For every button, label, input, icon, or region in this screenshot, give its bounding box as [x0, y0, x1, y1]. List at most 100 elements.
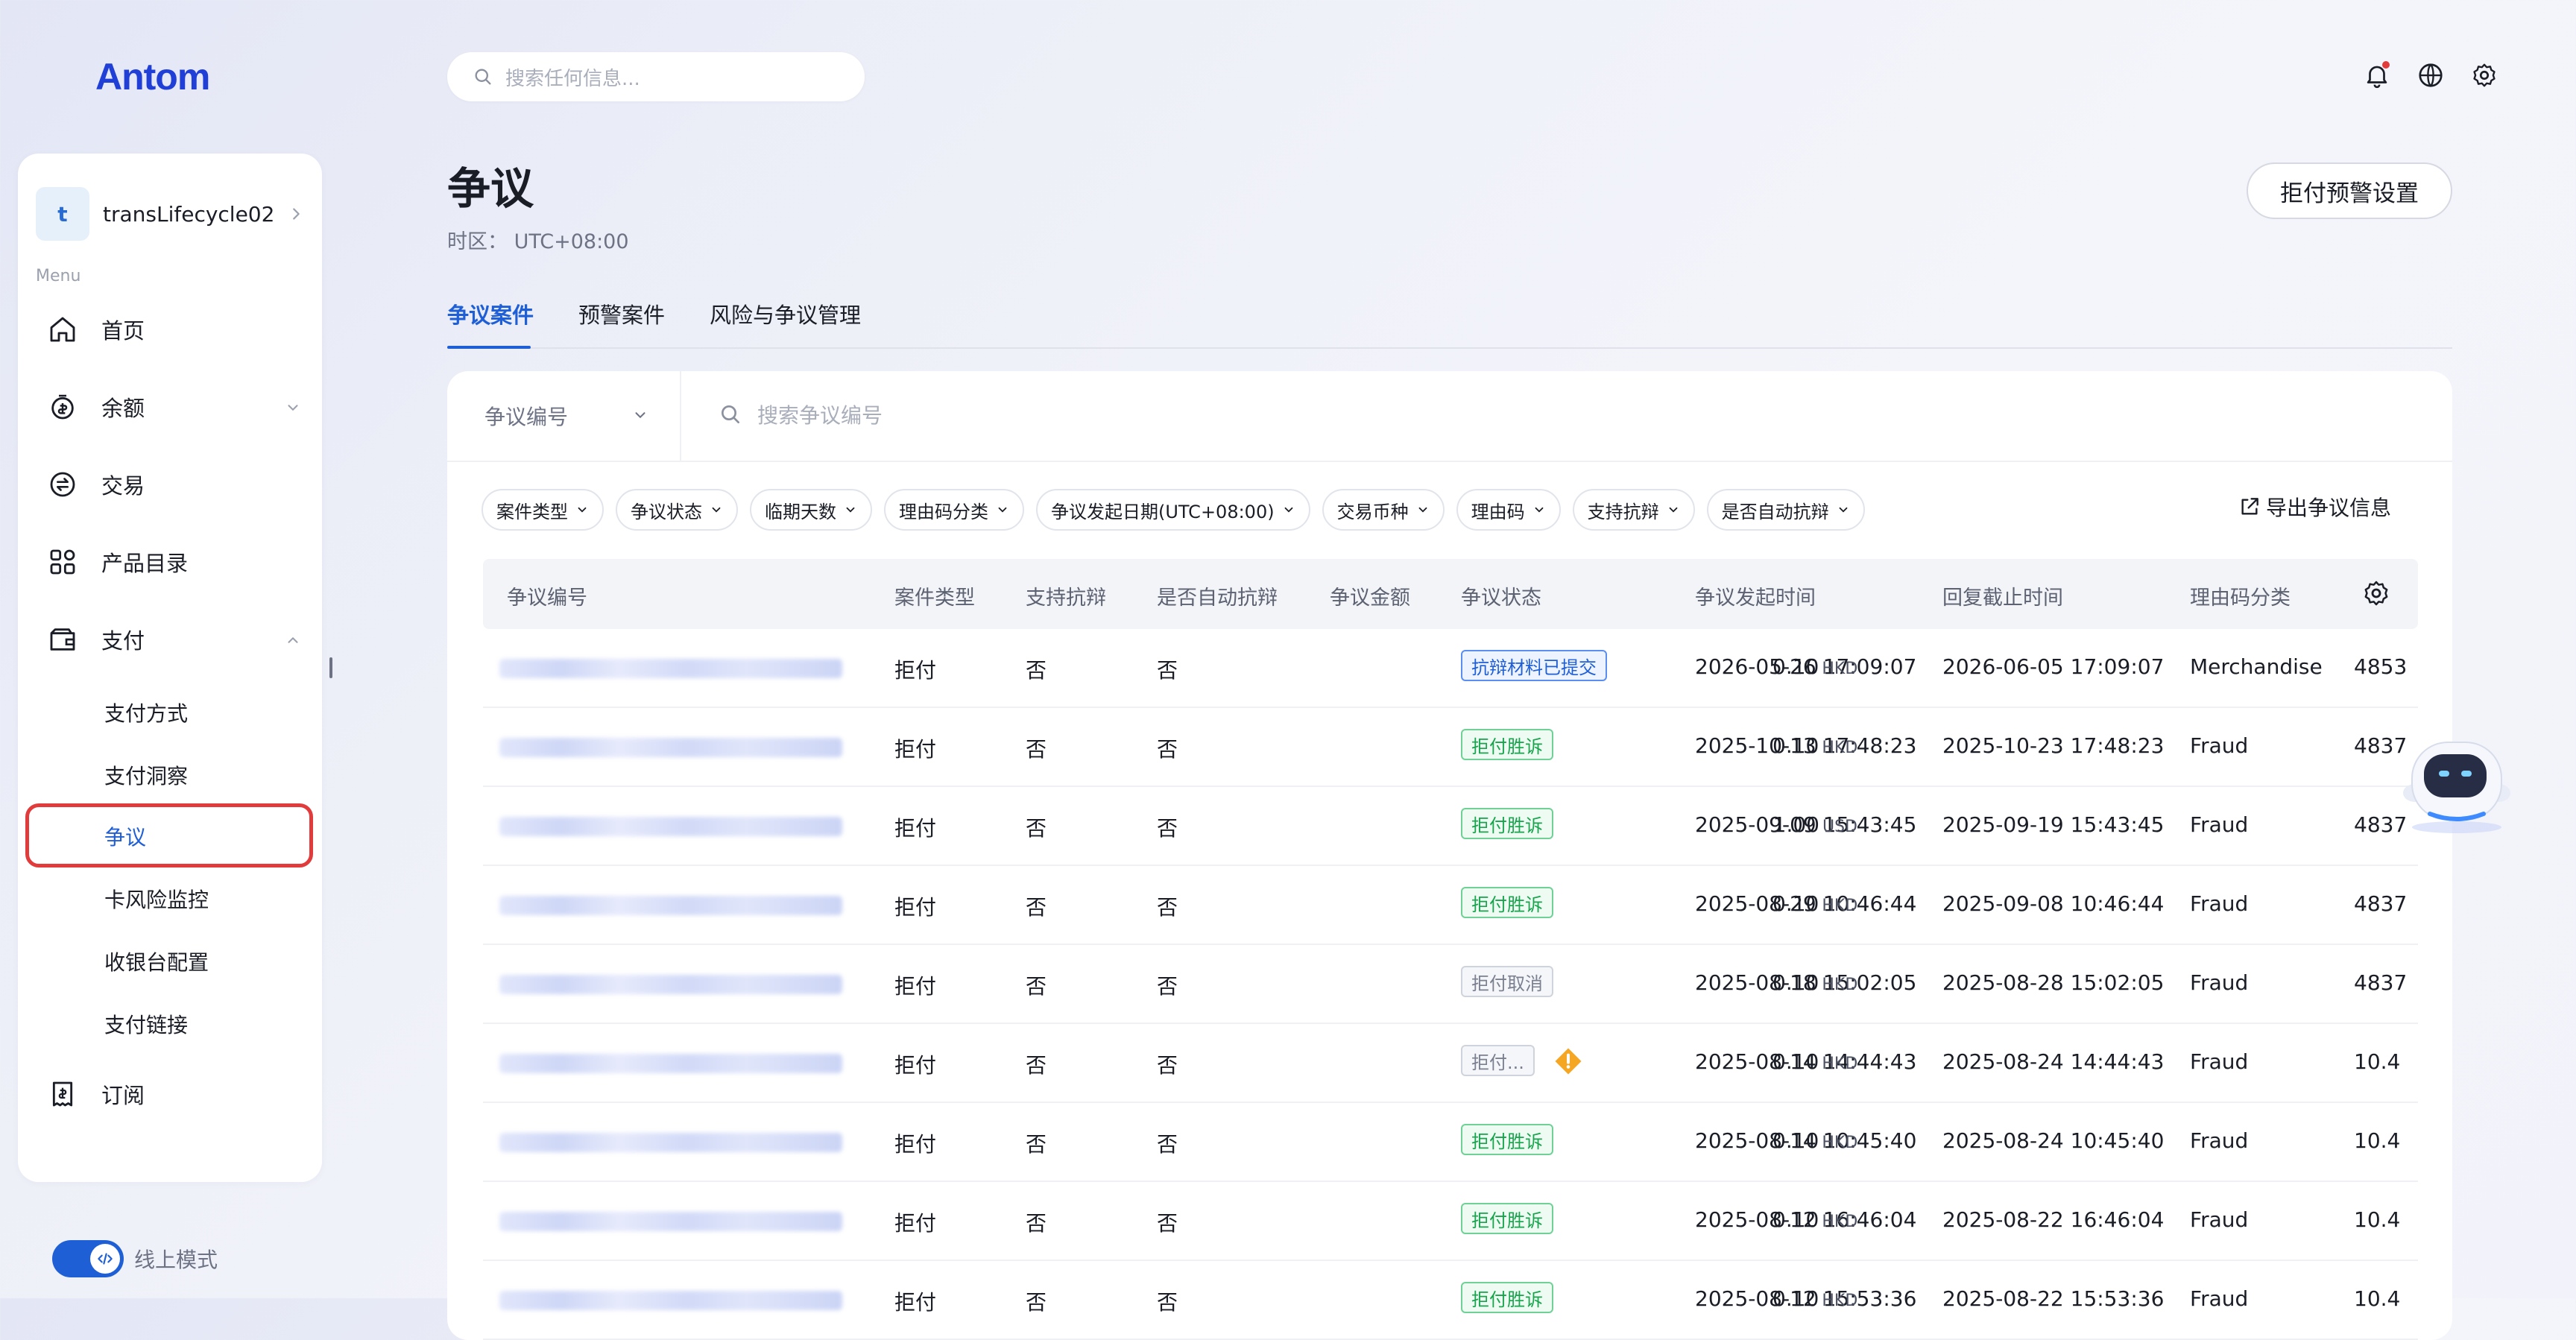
sidebar-item-payment-methods[interactable]: 支付方式 [104, 692, 313, 733]
notification-dot [2382, 61, 2390, 69]
assistant-robot-icon[interactable] [2385, 724, 2519, 836]
filter-label: 支持抗辩 [1587, 501, 1659, 522]
filter-chip[interactable]: 临期天数 [750, 489, 872, 531]
table-row[interactable]: 拒付否否 2025-09-09 15:43:45 2025-09-19 15:43:… [483, 787, 2418, 866]
search-field-select[interactable]: 争议编号 [484, 401, 648, 431]
table-row[interactable]: 拒付否否 2025-10-13 17:48:23 2025-10-23 17:48:… [483, 708, 2418, 787]
sidebar-item-checkout-config[interactable]: 收银台配置 [104, 941, 313, 982]
exchange-icon [50, 472, 75, 497]
sidebar-collapse-handle[interactable] [329, 657, 332, 678]
sidebar-item-payment-insights[interactable]: 支付洞察 [104, 754, 313, 796]
gear-icon[interactable] [2470, 61, 2498, 89]
column-settings-icon[interactable] [2361, 578, 2391, 608]
dispute-tabs: 争议案件 预警案件 风险与争议管理 [447, 294, 2452, 349]
redacted-dispute-id[interactable] [499, 896, 842, 915]
cell-amount: 0.10 HKD [1772, 891, 1857, 916]
currency-code: HKD [1822, 897, 1858, 915]
filter-chip[interactable]: 争议状态 [616, 489, 738, 531]
globe-icon[interactable] [2416, 61, 2445, 89]
redacted-dispute-id[interactable] [499, 1133, 842, 1152]
column-header[interactable]: 理由码分类 [2190, 581, 2291, 610]
filter-chip[interactable]: 支持抗辩 [1572, 489, 1695, 531]
filter-chip[interactable]: 是否自动抗辩 [1706, 489, 1865, 531]
table-body: 拒付否否 2026-05-26 17:09:07 2026-06-05 17:09:… [483, 629, 2418, 1340]
case-search-input[interactable]: 搜索争议编号 [719, 399, 883, 429]
redacted-dispute-id[interactable] [499, 1054, 842, 1073]
sidebar-item-catalog[interactable]: 产品目录 [48, 540, 301, 584]
cell-reason-category: Fraud [2190, 733, 2249, 758]
search-input[interactable]: 搜索任何信息... [505, 63, 640, 91]
tab-dispute-cases[interactable]: 争议案件 [447, 298, 534, 329]
filter-chip[interactable]: 交易币种 [1322, 489, 1445, 531]
export-button[interactable]: 导出争议信息 [2238, 492, 2391, 522]
cell-amount: 0.10 HKD [1772, 1128, 1857, 1153]
cell-support-defense: 否 [1026, 816, 1047, 841]
chevron-down-icon [998, 507, 1007, 513]
currency-code: HKD [1822, 976, 1858, 994]
cell-auto-defense: 否 [1157, 658, 1178, 683]
sidebar-item-payment-links[interactable]: 支付链接 [104, 1003, 313, 1045]
cell-support-defense: 否 [1026, 974, 1047, 999]
chargeback-alert-settings-button[interactable]: 拒付预警设置 [2247, 162, 2452, 219]
table-row[interactable]: 拒付否否 2025-08-29 10:46:44 2025-09-08 10:46:… [483, 866, 2418, 945]
tab-alert-cases[interactable]: 预警案件 [578, 298, 665, 329]
table-row[interactable]: 拒付否否 2025-08-12 15:53:36 2025-08-22 15:53:… [483, 1261, 2418, 1340]
mode-switch[interactable] [52, 1240, 124, 1277]
table-row[interactable]: 拒付否否 2025-08-14 14:44:43 2025-08-24 14:44:… [483, 1024, 2418, 1103]
tab-risk-dispute-management[interactable]: 风险与争议管理 [710, 298, 861, 329]
column-header[interactable]: 争议金额 [1330, 581, 1410, 610]
disputes-table: 争议编号 案件类型 支持抗辩 是否自动抗辩 争议金额 争议状态 争议发起时间 回… [483, 559, 2418, 1340]
sidebar-item-balance[interactable]: 余额 [48, 385, 301, 429]
warning-icon[interactable] [1553, 1046, 1583, 1076]
antom-logo[interactable]: Antom [95, 55, 210, 98]
filter-chip[interactable]: 案件类型 [482, 489, 604, 531]
table-row[interactable]: 拒付否否 2025-08-18 15:02:05 2025-08-28 15:02:… [483, 945, 2418, 1024]
redacted-dispute-id[interactable] [499, 1212, 842, 1231]
column-header[interactable]: 案件类型 [894, 581, 975, 610]
filter-chip[interactable]: 理由码 [1456, 489, 1561, 531]
chevron-down-icon [712, 507, 721, 513]
cell-amount: 0.10 HKD [1772, 1049, 1857, 1074]
chevron-right-icon [293, 208, 300, 220]
redacted-dispute-id[interactable] [499, 817, 842, 836]
sidebar-item-subscriptions[interactable]: 订阅 [48, 1072, 301, 1116]
currency-code: HKD [1822, 1213, 1858, 1231]
column-header[interactable]: 是否自动抗辩 [1157, 581, 1278, 610]
filter-chip[interactable]: 理由码分类 [884, 489, 1024, 531]
filter-label: 争议状态 [631, 501, 702, 522]
table-row[interactable]: 拒付否否 2026-05-26 17:09:07 2026-06-05 17:09:… [483, 629, 2418, 708]
table-row[interactable]: 拒付否否 2025-08-12 16:46:04 2025-08-22 16:46:… [483, 1182, 2418, 1261]
live-mode-toggle[interactable]: 线上模式 [52, 1240, 218, 1277]
sidebar-item-home[interactable]: 首页 [48, 307, 301, 352]
account-switcher[interactable]: t transLifecycle02 [36, 180, 304, 247]
column-header[interactable]: 回复截止时间 [1942, 581, 2063, 610]
cell-deadline: 2025-09-19 15:43:45 [1942, 812, 2165, 837]
redacted-dispute-id[interactable] [499, 1291, 842, 1310]
global-search[interactable]: 搜索任何信息... [447, 52, 865, 101]
cell-case-type: 拒付 [894, 895, 937, 920]
cell-reason-code: 10.4 [2354, 1286, 2401, 1311]
filter-chip[interactable]: 争议发起日期(UTC+08:00) [1036, 489, 1310, 531]
sidebar-item-transactions[interactable]: 交易 [48, 462, 301, 507]
redacted-dispute-id[interactable] [499, 659, 842, 678]
column-header[interactable]: 争议状态 [1461, 581, 1541, 610]
amount-value: 1.00 [1772, 812, 1819, 837]
status-badge: 抗辩材料已提交 [1461, 650, 1607, 681]
sidebar-item-card-risk[interactable]: 卡风险监控 [104, 878, 313, 920]
redacted-dispute-id[interactable] [499, 975, 842, 994]
table-row[interactable]: 拒付否否 2025-08-14 10:45:40 2025-08-24 10:45:… [483, 1103, 2418, 1182]
receipt-icon [52, 1081, 73, 1107]
bell-icon[interactable] [2363, 61, 2391, 89]
cell-auto-defense: 否 [1157, 1053, 1178, 1078]
cell-amount: 0.10 HKD [1772, 1286, 1857, 1311]
sidebar-item-payments[interactable]: 支付 [48, 617, 301, 662]
account-avatar: t [36, 187, 89, 241]
cell-auto-defense: 否 [1157, 974, 1178, 999]
redacted-dispute-id[interactable] [499, 738, 842, 757]
column-header[interactable]: 支持抗辩 [1026, 581, 1106, 610]
column-header[interactable]: 争议发起时间 [1695, 581, 1816, 610]
filter-label: 案件类型 [496, 501, 568, 522]
column-header[interactable]: 争议编号 [507, 581, 587, 610]
cell-deadline: 2025-10-23 17:48:23 [1942, 733, 2165, 758]
divider [680, 371, 681, 461]
